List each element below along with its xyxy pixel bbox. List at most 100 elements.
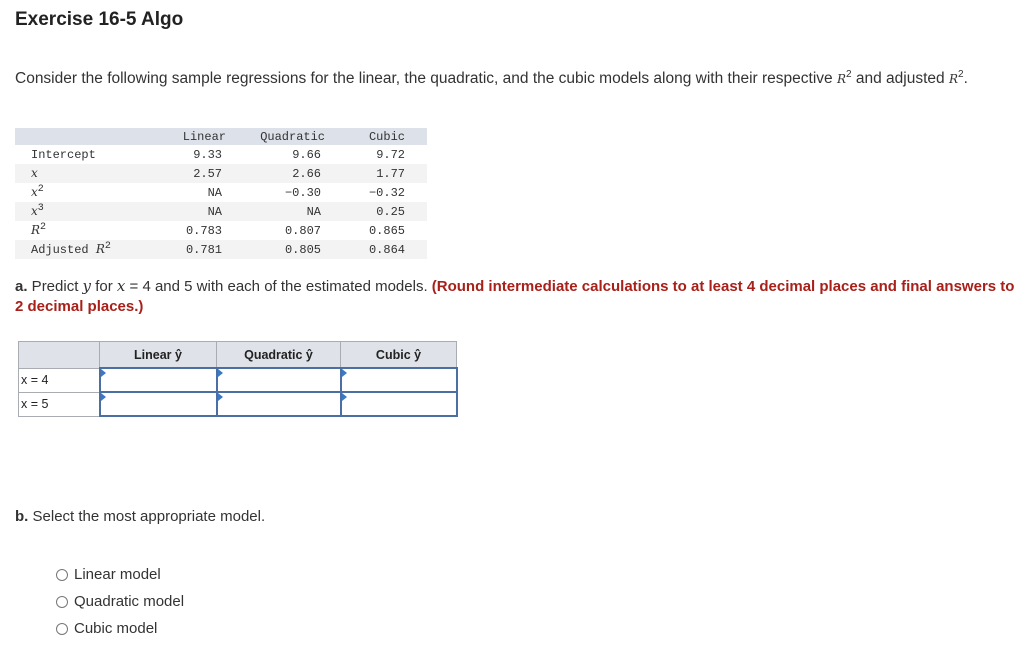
cell-linear: 2.57 <box>166 164 226 183</box>
part-a-text: = 4 and 5 with each of the estimated mod… <box>125 278 432 295</box>
option-quadratic[interactable]: Quadratic model <box>56 588 184 615</box>
answer-header-row: Linear ŷ Quadratic ŷ Cubic ŷ <box>18 341 457 369</box>
linear-x4-cell <box>98 367 218 393</box>
r-symbol: R <box>836 72 846 86</box>
intro-text-part: and adjusted <box>851 70 949 87</box>
header-blank <box>15 128 166 145</box>
cell-cubic: 1.77 <box>333 164 427 183</box>
model-options: Linear model Quadratic model Cubic model <box>56 561 184 642</box>
cell-linear: NA <box>166 202 226 221</box>
intro-text-part: . <box>963 70 968 87</box>
linear-x5-input[interactable] <box>100 393 216 415</box>
superscript: 3 <box>37 203 44 214</box>
cell-cubic: 0.864 <box>333 240 427 259</box>
cubic-x5-input[interactable] <box>341 393 456 415</box>
header-linear: Linear <box>166 128 226 145</box>
row-label: Adjusted R2 <box>15 240 166 259</box>
answer-row-x4: x = 4 <box>18 367 458 393</box>
part-b-text: Select the most appropriate model. <box>28 508 266 525</box>
row-label: x2 <box>15 183 166 202</box>
row-label-text: R <box>95 242 105 256</box>
cell-linear: 0.783 <box>185 223 222 238</box>
row-x-squared: x2 NA −0.30 −0.32 <box>15 183 427 202</box>
cell-linear: 9.33 <box>193 147 222 162</box>
row-x: x 2.57 2.66 1.77 <box>15 164 427 183</box>
cell-quadratic: 2.66 <box>226 164 333 183</box>
option-label[interactable]: Cubic model <box>74 620 157 637</box>
cell-cubic: 0.865 <box>368 223 405 238</box>
exercise-title: Exercise 16-5 Algo <box>15 9 184 30</box>
answer-table: Linear ŷ Quadratic ŷ Cubic ŷ x = 4 x = 5 <box>18 341 458 417</box>
input-marker-icon <box>100 393 106 401</box>
row-label: R2 <box>15 221 166 240</box>
input-marker-icon <box>341 369 347 377</box>
input-marker-icon <box>217 369 223 377</box>
option-cubic[interactable]: Cubic model <box>56 615 184 642</box>
quadratic-x5-input[interactable] <box>217 393 340 415</box>
part-a-text: for <box>91 278 117 295</box>
row-label-text: Adjusted <box>31 243 96 257</box>
answer-header-quadratic: Quadratic ŷ <box>216 341 341 369</box>
var-y: y <box>82 277 92 295</box>
input-marker-icon <box>341 393 347 401</box>
cubic-x5-cell <box>339 391 458 417</box>
option-label[interactable]: Quadratic model <box>74 593 184 610</box>
row-intercept: Intercept 9.33 9.66 9.72 <box>15 145 427 164</box>
part-a-label: a. <box>15 278 28 295</box>
cell-quadratic: −0.30 <box>284 185 321 200</box>
header-quadratic: Quadratic <box>226 128 333 145</box>
row-label-text: R <box>31 223 41 237</box>
answer-header-cubic: Cubic ŷ <box>340 341 457 369</box>
row-label: x3 <box>15 202 166 221</box>
option-label[interactable]: Linear model <box>74 566 161 583</box>
superscript: 2 <box>37 184 44 195</box>
row-x-cubed: x3 NA NA 0.25 <box>15 202 427 221</box>
part-b-prompt: b. Select the most appropriate model. <box>15 508 265 525</box>
cell-linear: NA <box>207 185 222 200</box>
cell-quadratic: 0.805 <box>226 240 333 259</box>
option-linear[interactable]: Linear model <box>56 561 184 588</box>
cell-cubic: 9.72 <box>376 147 405 162</box>
radio-button[interactable] <box>56 595 68 608</box>
answer-row-label: x = 4 <box>18 367 100 393</box>
cell-quadratic: NA <box>226 202 333 221</box>
cell-cubic: 0.25 <box>333 202 427 221</box>
cell-cubic: −0.32 <box>368 185 405 200</box>
radio-button[interactable] <box>56 622 68 635</box>
quadratic-x4-cell <box>215 367 342 393</box>
cubic-x4-cell <box>339 367 458 393</box>
part-a-text: Predict <box>27 278 83 295</box>
linear-x5-cell <box>98 391 218 417</box>
row-label: x <box>15 164 166 183</box>
answer-row-label: x = 5 <box>18 391 100 417</box>
cell-quadratic: 0.807 <box>284 223 321 238</box>
linear-x4-input[interactable] <box>100 369 216 391</box>
r-symbol: R <box>948 72 958 86</box>
answer-header-linear: Linear ŷ <box>99 341 217 369</box>
regression-header-row: Linear Quadratic Cubic <box>15 128 427 145</box>
row-adjusted-r-squared: Adjusted R2 0.781 0.805 0.864 <box>15 240 427 259</box>
intro-text-part: Consider the following sample regression… <box>15 70 837 87</box>
cell-linear: 0.781 <box>166 240 226 259</box>
answer-row-x5: x = 5 <box>18 391 458 417</box>
part-a-prompt: a. Predict y for x = 4 and 5 with each o… <box>15 276 1015 317</box>
quadratic-x4-input[interactable] <box>217 369 340 391</box>
superscript: 2 <box>40 222 47 233</box>
intro-text: Consider the following sample regression… <box>15 67 1015 91</box>
answer-header-blank <box>18 341 100 369</box>
radio-button[interactable] <box>56 568 68 581</box>
cubic-x4-input[interactable] <box>341 369 456 391</box>
row-label-text: x <box>31 204 38 218</box>
cell-quadratic: 9.66 <box>292 147 321 162</box>
superscript: 2 <box>104 241 111 252</box>
header-cubic: Cubic <box>333 128 427 145</box>
row-label: Intercept <box>31 147 96 162</box>
row-label-text: x <box>31 166 38 180</box>
part-b-label: b. <box>15 508 29 525</box>
row-label-text: x <box>31 185 38 199</box>
quadratic-x5-cell <box>215 391 342 417</box>
input-marker-icon <box>100 369 106 377</box>
input-marker-icon <box>217 393 223 401</box>
row-r-squared: R2 0.783 0.807 0.865 <box>15 221 427 240</box>
regression-table: Linear Quadratic Cubic Intercept 9.33 9.… <box>15 128 427 259</box>
